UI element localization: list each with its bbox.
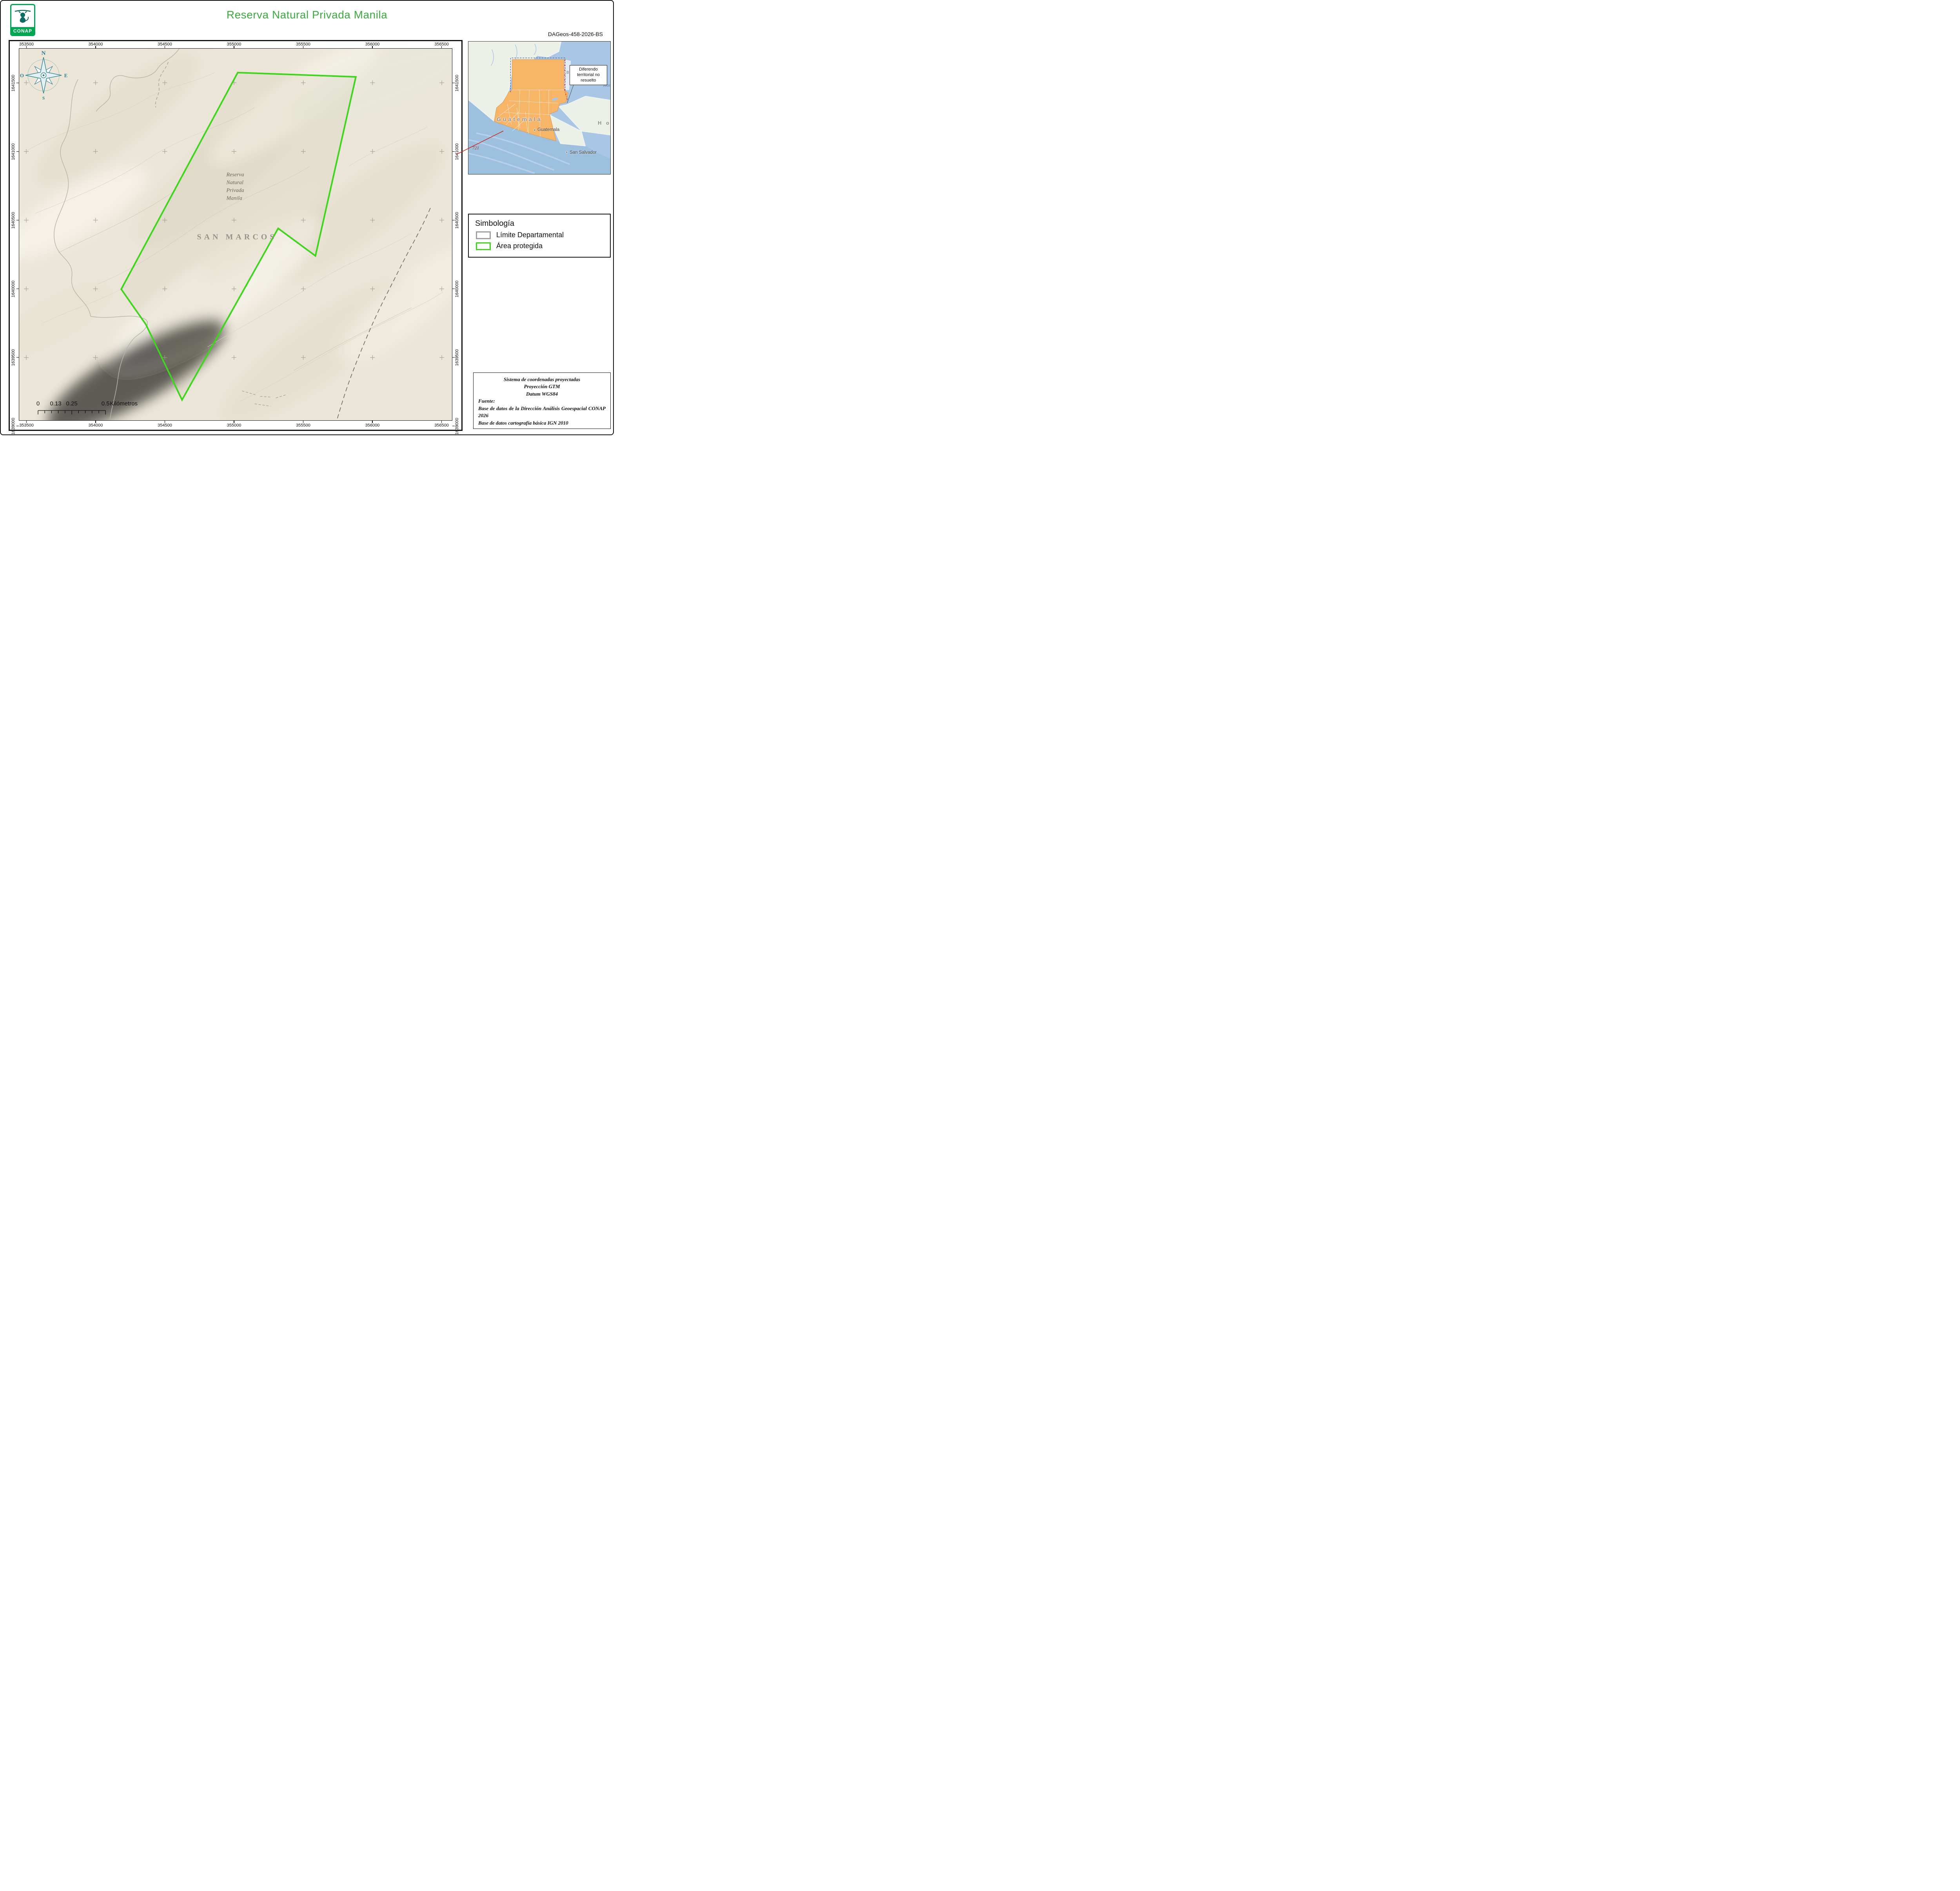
source-line: Base de datos cartografía básica IGN 201… — [478, 420, 568, 426]
grid-label-y-left: 1641500 — [11, 74, 16, 91]
honduras-label: H o — [598, 120, 611, 126]
grid-label-y-left: 1641000 — [11, 143, 16, 160]
grid-label-x-bottom: 354500 — [158, 423, 172, 428]
grid-label-y-left: 1640500 — [11, 212, 16, 229]
grid-tick — [372, 46, 373, 48]
source-line: Base de datos de la Dirección Análisis G… — [478, 405, 606, 419]
grid-tick — [303, 421, 304, 423]
grid-label-y-right: 1639000 — [455, 418, 459, 434]
compass-e: E — [64, 73, 68, 78]
grid-tick — [16, 357, 19, 358]
grid-tick — [441, 46, 442, 48]
svg-text:0.5: 0.5 — [102, 400, 110, 407]
grid-tick — [452, 82, 455, 84]
main-map: Reserva Natural Privada Manila SAN MARCOS N… — [19, 48, 452, 421]
grid-tick — [16, 151, 19, 152]
projection-line: Datum WGS84 — [526, 391, 558, 397]
grid-label-y-right: 1640000 — [455, 280, 459, 297]
grid-tick — [452, 425, 455, 427]
grid-tick — [95, 421, 96, 423]
sheet-number: 721 — [472, 146, 479, 151]
department-label: SAN MARCOS — [197, 233, 277, 242]
grid-label-y-left: 1640000 — [11, 280, 16, 297]
projection-line: Proyección GTM — [524, 383, 560, 390]
country-label: Guatemala — [497, 116, 543, 122]
map-document-page: CONAP Reserva Natural Privada Manila DAG… — [0, 0, 614, 435]
grid-label-y-left: 1639000 — [11, 418, 16, 434]
belize-label: B — [566, 71, 569, 75]
grid-label-x-bottom: 353500 — [19, 423, 34, 428]
grid-tick — [26, 46, 27, 48]
grid-tick — [372, 421, 373, 423]
grid-tick — [452, 357, 455, 358]
grid-label-x-bottom: 355000 — [227, 423, 241, 428]
svg-text:0: 0 — [36, 400, 40, 407]
protected-area-swatch — [476, 242, 491, 250]
page-title: Reserva Natural Privada Manila — [226, 9, 388, 21]
grid-label-x-bottom: 354000 — [88, 423, 103, 428]
map-canvas: Reserva Natural Privada Manila SAN MARCOS N… — [19, 49, 452, 420]
san-salvador-dot — [565, 151, 568, 154]
territorial-dispute-callout: Diferendo territorial no resuelto — [570, 65, 607, 85]
legend-item: Área protegida — [476, 242, 610, 250]
grid-label-y-left: 1639500 — [11, 349, 16, 366]
legend-item-label: Área protegida — [496, 242, 543, 250]
compass-o: O — [20, 73, 24, 78]
grid-label-x-bottom: 355500 — [296, 423, 310, 428]
inset-locator-map: Guatemala Guatemala San Salvador H o Hon… — [468, 41, 611, 174]
reserve-name-line: Privada — [226, 187, 244, 193]
fuente-label: Fuente: — [478, 398, 495, 404]
grid-tick — [16, 425, 19, 427]
svg-text:0.13: 0.13 — [50, 400, 61, 407]
grid-tick — [303, 46, 304, 48]
compass-n: N — [42, 50, 46, 56]
grid-tick — [95, 46, 96, 48]
grid-tick — [26, 421, 27, 423]
grid-label-y-right: 1640500 — [455, 212, 459, 229]
guatemala-city-dot — [534, 129, 536, 131]
grid-label-x-bottom: 356500 — [434, 423, 449, 428]
conap-logo-text: CONAP — [11, 27, 34, 35]
reserve-name-line: Reserva — [226, 172, 244, 178]
grid-label-y-right: 1639500 — [455, 349, 459, 366]
guatemala-city-label: Guatemala — [537, 127, 560, 132]
legend-item: Límite Departamental — [476, 231, 610, 239]
grid-label-y-right: 1641000 — [455, 143, 459, 160]
reserve-name-line: Manila — [226, 195, 242, 201]
grid-tick — [16, 220, 19, 221]
reserve-name-line: Natural — [226, 180, 243, 185]
grid-tick — [452, 151, 455, 152]
legend: Simbología Límite Departamental Área prot… — [468, 214, 611, 258]
grid-label-y-right: 1641500 — [455, 74, 459, 91]
grid-tick — [441, 421, 442, 423]
san-salvador-label: San Salvador — [570, 150, 597, 155]
compass-s: S — [42, 96, 45, 101]
legend-title: Simbología — [475, 219, 515, 228]
grid-label-x-bottom: 356000 — [365, 423, 380, 428]
svg-text:0.25: 0.25 — [66, 400, 78, 407]
grid-tick — [16, 82, 19, 84]
source-info-box: Sistema de coordenadas proyectadas Proye… — [473, 372, 611, 429]
document-id: DAGeos-458-2026-BS — [548, 31, 603, 37]
department-boundary-swatch — [476, 231, 491, 239]
grid-tick — [452, 220, 455, 221]
main-map-frame: Reserva Natural Privada Manila SAN MARCOS N… — [9, 40, 463, 434]
legend-item-label: Límite Departamental — [496, 231, 564, 239]
svg-text:Kilómetros: Kilómetros — [110, 400, 138, 407]
projection-line: Sistema de coordenadas proyectadas — [503, 376, 581, 382]
legend-items: Límite Departamental Área protegida — [469, 231, 610, 250]
